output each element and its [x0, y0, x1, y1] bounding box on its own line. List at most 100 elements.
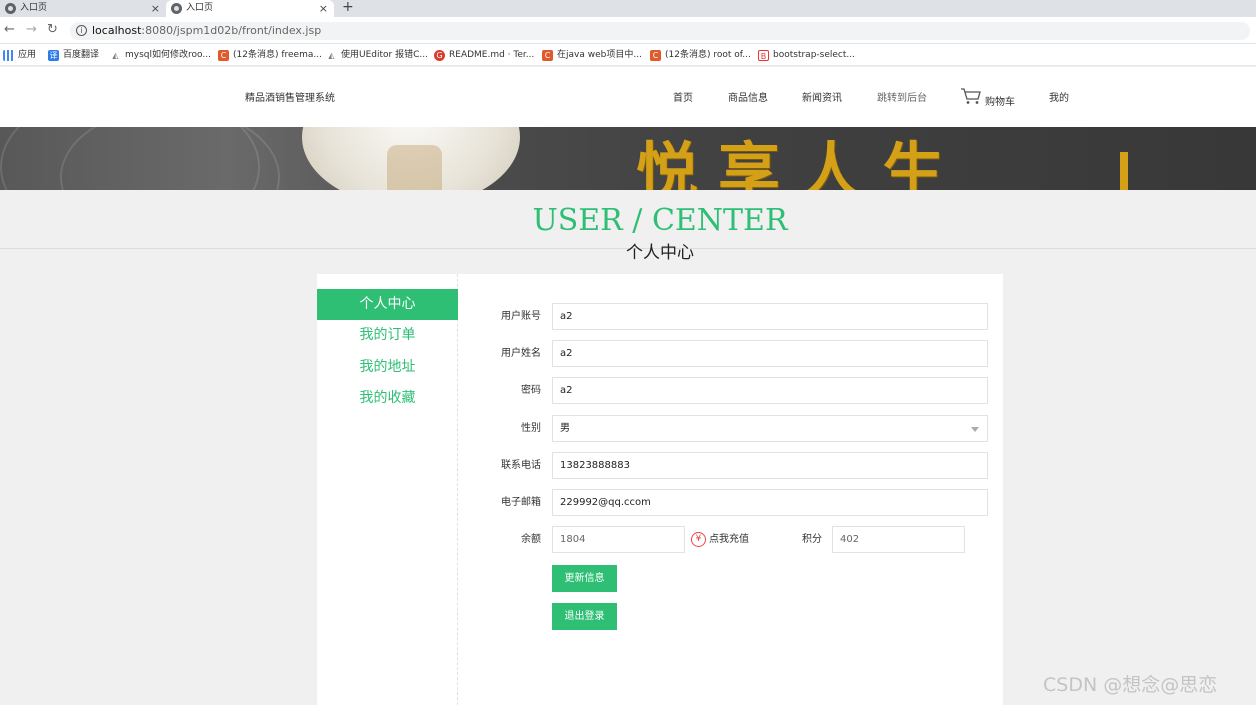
bookmark-label: 在java web项目中... [557, 50, 642, 60]
sidebar: 个人中心 我的订单 我的地址 我的收藏 [317, 274, 458, 705]
globe-icon [5, 3, 16, 14]
banner-calligraphy: 悦享人生 [636, 135, 965, 190]
recharge-label: 点我充值 [709, 534, 749, 545]
banner-decoration [1120, 152, 1128, 190]
bookmark-item[interactable]: Bbootstrap-select... [758, 48, 855, 62]
balance-input[interactable]: 1804 [552, 526, 685, 553]
browser-tab[interactable]: 入口页 × [0, 0, 166, 17]
site-header: 精品酒销售管理系统 首页 商品信息 新闻资讯 跳转到后台 购物车 我的 [0, 67, 1256, 127]
watermark: CSDN @想念@思恋 [1043, 674, 1218, 696]
section-title-cn: 个人中心 [626, 243, 694, 263]
recharge-link[interactable]: ¥ 点我充值 [691, 532, 749, 548]
phone-label: 联系电话 [501, 460, 541, 471]
gender-select[interactable]: 男 [552, 415, 988, 442]
site-brand[interactable]: 精品酒销售管理系统 [245, 89, 335, 104]
bookmark-item[interactable]: C (12条消息) freema... [218, 48, 322, 62]
phone-input[interactable]: 13823888883 [552, 452, 988, 479]
nav-home[interactable]: 首页 [673, 89, 693, 104]
sidebar-item-favorites[interactable]: 我的收藏 [317, 383, 458, 414]
gender-selected-value: 男 [560, 423, 570, 434]
browser-tab-active[interactable]: 入口页 × [166, 0, 334, 17]
chevron-down-icon [971, 427, 979, 432]
bookmark-apps[interactable]: 应用 [3, 48, 36, 62]
reload-icon[interactable]: ↻ [47, 22, 58, 37]
email-label: 电子邮箱 [501, 497, 541, 508]
browser-tab-strip: 入口页 × 入口页 × + [0, 0, 1256, 17]
banner-decoration [60, 127, 280, 190]
bookmark-label: bootstrap-select... [773, 50, 855, 60]
bookmark-label: (12条消息) freema... [233, 50, 322, 60]
bookmark-label: (12条消息) root of... [665, 50, 751, 60]
bootstrap-icon: B [758, 50, 769, 61]
balance-label: 余额 [521, 534, 541, 545]
bookmark-label: README.md · Ter... [449, 50, 535, 60]
bookmark-item[interactable]: C (12条消息) root of... [650, 48, 751, 62]
form-row-account: 用户账号 a2 [458, 303, 1003, 330]
logout-button[interactable]: 退出登录 [552, 603, 617, 630]
nav-mine[interactable]: 我的 [1049, 89, 1069, 104]
user-center-panel: 个人中心 我的订单 我的地址 我的收藏 用户账号 a2 用户姓名 a2 密码 a… [317, 274, 1003, 705]
csdn-icon: C [542, 50, 553, 61]
bookmark-label: mysql如何修改roo... [125, 50, 211, 60]
url-host: localhost [92, 24, 142, 37]
back-arrow-icon[interactable]: ← [4, 22, 15, 37]
sidebar-item-addresses[interactable]: 我的地址 [317, 352, 458, 383]
url-path: :8080/jspm1d02b/front/index.jsp [141, 24, 322, 37]
form-row-password: 密码 a2 [458, 377, 1003, 404]
email-input[interactable]: 229992@qq.ccom [552, 489, 988, 516]
points-label: 积分 [802, 534, 822, 545]
baidu-translate-icon: 译 [48, 50, 59, 61]
csdn-icon: C [218, 50, 229, 61]
bookmark-item[interactable]: ◭ 使用UEditor 报错C... [326, 48, 428, 62]
form-row-gender: 性别 男 [458, 415, 1003, 442]
bookmark-label: 应用 [18, 50, 37, 60]
bookmark-item[interactable]: ◭ mysql如何修改roo... [110, 48, 211, 62]
bookmarks-bar: 应用 译百度翻译 ◭ mysql如何修改roo... C (12条消息) freem… [0, 44, 1256, 66]
account-input[interactable]: a2 [552, 303, 988, 330]
account-label: 用户账号 [501, 311, 541, 322]
sidebar-item-profile[interactable]: 个人中心 [317, 289, 458, 320]
csdn-icon: C [650, 50, 661, 61]
bookmark-label: 百度翻译 [63, 50, 100, 60]
yen-icon: ¥ [691, 532, 706, 547]
close-tab-icon[interactable]: × [151, 0, 160, 17]
nav-news[interactable]: 新闻资讯 [802, 89, 842, 104]
close-tab-icon[interactable]: × [319, 0, 328, 17]
info-icon[interactable]: i [76, 25, 87, 36]
name-input[interactable]: a2 [552, 340, 988, 367]
nav-cart[interactable]: 购物车 [985, 93, 1015, 108]
form-row-phone: 联系电话 13823888883 [458, 452, 1003, 479]
address-bar: ← → ↻ i localhost:8080/jspm1d02b/front/i… [0, 17, 1256, 44]
section-title-en: USER / CENTER [532, 203, 788, 238]
gender-label: 性别 [521, 423, 541, 434]
tab-title: 入口页 [186, 3, 214, 13]
tab-title: 入口页 [20, 3, 48, 13]
hero-banner: 悦享人生 [0, 127, 1256, 190]
banner-seal-image [387, 145, 442, 190]
tool-icon: ◭ [328, 51, 335, 60]
forward-arrow-icon[interactable]: → [26, 22, 37, 37]
form-row-balance: 余额 1804 ¥ 点我充值 积分 402 [458, 526, 1003, 553]
cart-icon[interactable] [960, 87, 982, 105]
bookmark-item[interactable]: C 在java web项目中... [542, 48, 642, 62]
bookmark-item[interactable]: 译百度翻译 [48, 48, 99, 62]
nav-admin[interactable]: 跳转到后台 [877, 89, 927, 104]
tool-icon: ◭ [112, 51, 119, 60]
nav-products[interactable]: 商品信息 [728, 89, 768, 104]
password-input[interactable]: a2 [552, 377, 988, 404]
url-field[interactable]: i localhost:8080/jspm1d02b/front/index.j… [70, 22, 1250, 40]
form-row-name: 用户姓名 a2 [458, 340, 1003, 367]
globe-icon [171, 3, 182, 14]
bookmark-label: 使用UEditor 报错C... [341, 50, 428, 60]
name-label: 用户姓名 [501, 348, 541, 359]
banner-plate-image [302, 127, 520, 190]
update-info-button[interactable]: 更新信息 [552, 565, 617, 592]
points-input[interactable]: 402 [832, 526, 965, 553]
new-tab-button[interactable]: + [342, 0, 354, 15]
apps-grid-icon [3, 50, 14, 61]
form-row-email: 电子邮箱 229992@qq.ccom [458, 489, 1003, 516]
password-label: 密码 [521, 385, 541, 396]
bookmark-item[interactable]: G README.md · Ter... [434, 48, 534, 62]
sidebar-item-orders[interactable]: 我的订单 [317, 320, 458, 351]
gitee-icon: G [434, 50, 445, 61]
